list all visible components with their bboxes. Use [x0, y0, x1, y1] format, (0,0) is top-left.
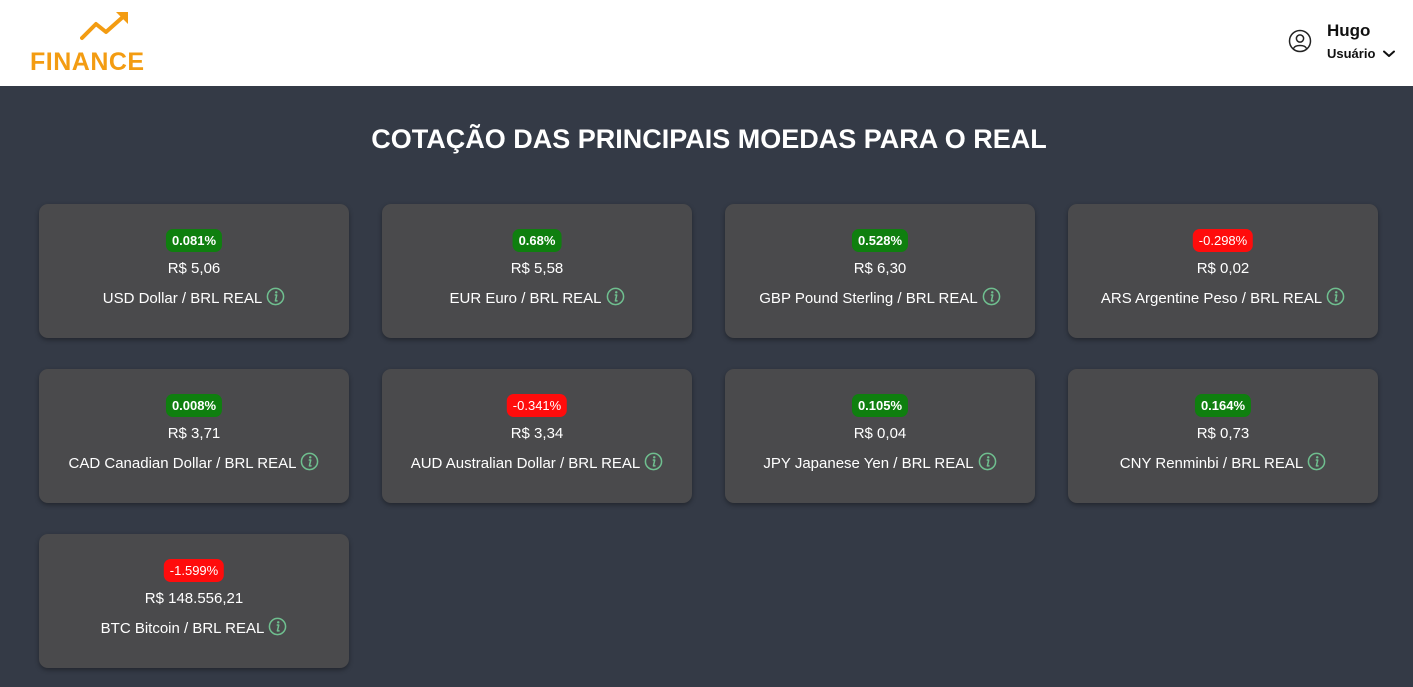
currency-card: 0.164% R$ 0,73 CNY Renminbi / BRL REAL	[1068, 369, 1378, 503]
currency-pair-row: EUR Euro / BRL REAL	[382, 287, 692, 310]
currency-card: 0.105% R$ 0,04 JPY Japanese Yen / BRL REAL	[725, 369, 1035, 503]
price-value: R$ 5,58	[510, 260, 564, 277]
user-avatar-icon[interactable]	[1288, 29, 1312, 53]
currency-card: -0.298% R$ 0,02 ARS Argentine Peso / BRL R…	[1068, 204, 1378, 338]
currency-pair-label: EUR Euro / BRL REAL	[449, 290, 602, 307]
currency-pair-label: AUD Australian Dollar / BRL REAL	[410, 455, 641, 472]
price-value: R$ 3,71	[167, 425, 221, 442]
currency-pair-row: CAD Canadian Dollar / BRL REAL	[39, 452, 349, 475]
change-badge: 0.528%	[851, 229, 909, 252]
currency-pair-label: GBP Pound Sterling / BRL REAL	[759, 290, 978, 307]
user-name: Hugo	[1327, 21, 1371, 40]
currency-pair-label: USD Dollar / BRL REAL	[102, 290, 263, 307]
price-value: R$ 0,04	[853, 425, 907, 442]
price-value: R$ 0,02	[1196, 260, 1250, 277]
top-header: FINANCE Hugo Usuário	[0, 0, 1413, 86]
info-icon[interactable]	[606, 287, 625, 306]
info-icon[interactable]	[982, 287, 1001, 306]
price-value: R$ 0,73	[1196, 425, 1250, 442]
user-role-label: Usuário	[1327, 46, 1376, 61]
currency-card: 0.528% R$ 6,30 GBP Pound Sterling / BRL RE…	[725, 204, 1035, 338]
change-badge: -0.341%	[506, 394, 568, 417]
info-icon[interactable]	[268, 617, 287, 636]
currency-pair-label: CNY Renminbi / BRL REAL	[1119, 455, 1304, 472]
currency-card: 0.68% R$ 5,58 EUR Euro / BRL REAL	[382, 204, 692, 338]
trend-arrow-icon	[80, 12, 128, 40]
currency-pair-row: JPY Japanese Yen / BRL REAL	[725, 452, 1035, 475]
currency-card: 0.081% R$ 5,06 USD Dollar / BRL REAL	[39, 204, 349, 338]
currency-pair-label: ARS Argentine Peso / BRL REAL	[1100, 290, 1323, 307]
currency-pair-label: BTC Bitcoin / BRL REAL	[100, 620, 265, 637]
currency-pair-row: USD Dollar / BRL REAL	[39, 287, 349, 310]
currency-card: -1.599% R$ 148.556,21 BTC Bitcoin / BRL RE…	[39, 534, 349, 668]
finance-logo[interactable]: FINANCE	[30, 10, 170, 76]
currency-pair-label: CAD Canadian Dollar / BRL REAL	[68, 455, 297, 472]
change-badge: 0.081%	[165, 229, 223, 252]
price-value: R$ 148.556,21	[144, 590, 244, 607]
currency-pair-row: GBP Pound Sterling / BRL REAL	[725, 287, 1035, 310]
info-icon[interactable]	[644, 452, 663, 471]
currency-pair-row: AUD Australian Dollar / BRL REAL	[382, 452, 692, 475]
info-icon[interactable]	[1307, 452, 1326, 471]
currency-pair-label: JPY Japanese Yen / BRL REAL	[763, 455, 974, 472]
user-menu-dropdown[interactable]: Usuário	[1327, 45, 1396, 63]
currency-pair-row: CNY Renminbi / BRL REAL	[1068, 452, 1378, 475]
info-icon[interactable]	[1326, 287, 1345, 306]
logo-text: FINANCE	[30, 48, 145, 76]
change-badge: 0.008%	[165, 394, 223, 417]
change-badge: 0.164%	[1194, 394, 1252, 417]
currency-pair-row: ARS Argentine Peso / BRL REAL	[1068, 287, 1378, 310]
info-icon[interactable]	[266, 287, 285, 306]
currency-card: 0.008% R$ 3,71 CAD Canadian Dollar / BRL R…	[39, 369, 349, 503]
currency-pair-row: BTC Bitcoin / BRL REAL	[39, 617, 349, 640]
info-icon[interactable]	[978, 452, 997, 471]
change-badge: 0.68%	[512, 229, 562, 252]
page-title: COTAÇÃO DAS PRINCIPAIS MOEDAS PARA O REA…	[371, 124, 1047, 154]
price-value: R$ 6,30	[853, 260, 907, 277]
currency-cards-grid: 0.081% R$ 5,06 USD Dollar / BRL REAL 0.68% R…	[39, 204, 1378, 668]
change-badge: -1.599%	[163, 559, 225, 582]
price-value: R$ 3,34	[510, 425, 564, 442]
currency-card: -0.341% R$ 3,34 AUD Australian Dollar / BR…	[382, 369, 692, 503]
chevron-down-icon	[1383, 50, 1396, 57]
info-icon[interactable]	[300, 452, 319, 471]
change-badge: -0.298%	[1192, 229, 1254, 252]
price-value: R$ 5,06	[167, 260, 221, 277]
change-badge: 0.105%	[851, 394, 909, 417]
